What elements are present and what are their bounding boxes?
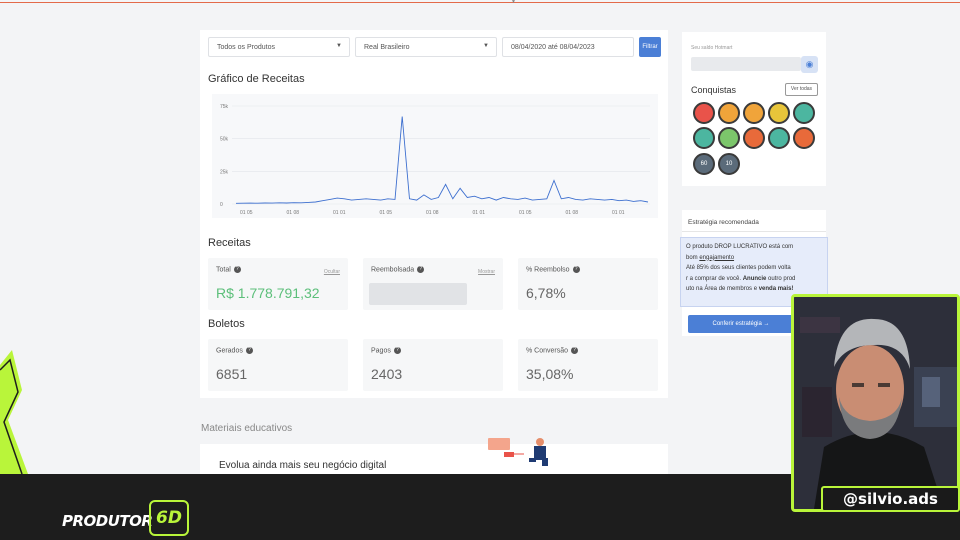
y-tick-label: 25k (220, 169, 229, 175)
presenter-image (794, 297, 957, 509)
product-select-value: Todos os Produtos (217, 44, 275, 51)
total-revenue-value: R$ 1.778.791,32 (216, 285, 320, 301)
y-tick-label: 50k (220, 137, 229, 143)
x-tick-label: 01 08 (566, 210, 579, 216)
paid-value: 2403 (371, 366, 403, 382)
top-accent-bar (0, 0, 960, 3)
eye-icon[interactable]: ◉ (801, 56, 818, 73)
revenue-chart-svg: 75k 50k 25k 0 01 05 01 08 01 01 01 05 01 08 01 01… (220, 104, 650, 216)
strategy-line-4: r a comprar de você. Anuncie outro prod (686, 275, 796, 282)
achievement-badge-icon[interactable] (743, 102, 765, 124)
chevron-down-icon: ▼ (336, 43, 342, 49)
achievement-badge-icon[interactable] (718, 127, 740, 149)
x-tick-label: 01 01 (473, 210, 486, 216)
date-range-input[interactable]: 08/04/2020 até 08/04/2023 (502, 37, 634, 57)
achievement-badge-icon[interactable] (768, 127, 790, 149)
balance-label: Seu saldo Hotmart (691, 45, 733, 51)
x-tick-label: 01 08 (426, 210, 439, 216)
product-select[interactable]: Todos os Produtos ▼ (208, 37, 350, 57)
brand-logo: PRODUTOR (62, 512, 153, 530)
date-range-value: 08/04/2020 até 08/04/2023 (511, 44, 595, 51)
balance-hidden-bar (691, 57, 801, 71)
achievement-badge-icon[interactable] (693, 102, 715, 124)
total-revenue-card: Total? Ocultar R$ 1.778.791,32 (208, 258, 348, 310)
receitas-title: Receitas (208, 237, 251, 249)
strategy-line-1: O produto DROP LUCRATIVO está com (686, 244, 794, 250)
materials-heading: Evolua ainda mais seu negócio digital (219, 460, 387, 471)
paid-label: Pagos? (371, 347, 401, 354)
top-caret-icon: ▼ (511, 0, 516, 5)
brand-6d-badge: 6D (149, 500, 189, 536)
help-icon[interactable]: ? (245, 347, 253, 354)
achievement-badge-icon[interactable] (693, 127, 715, 149)
conversion-label: % Conversão? (526, 347, 579, 354)
generated-label: Gerados? (216, 347, 253, 354)
balance-achievements-card: Seu saldo Hotmart ◉ Conquistas Ver todas… (682, 32, 826, 186)
help-icon[interactable]: ? (233, 266, 241, 273)
webcam-frame (791, 294, 960, 512)
presenter-handle: @silvio.ads (821, 486, 960, 512)
strategy-line-5: uto na Área de membros e venda mais! (686, 286, 794, 292)
achievement-badge-icon[interactable] (718, 102, 740, 124)
help-icon[interactable]: ? (417, 266, 425, 273)
x-tick-label: 01 01 (612, 210, 625, 216)
divider (682, 231, 826, 232)
help-icon[interactable]: ? (393, 347, 401, 354)
boletos-generated-card: Gerados? 6851 (208, 339, 348, 391)
currency-select-value: Real Brasileiro (364, 44, 410, 51)
x-tick-label: 01 05 (519, 210, 532, 216)
currency-select[interactable]: Real Brasileiro ▼ (355, 37, 497, 57)
arrow-right-icon: → (763, 321, 770, 327)
hidden-value-placeholder (369, 283, 467, 305)
refunded-card: Reembolsada? Mostrar (363, 258, 503, 310)
x-tick-label: 01 01 (333, 210, 346, 216)
strategy-line-3: Até 85% dos seus clientes podem volta (686, 265, 791, 271)
conversion-value: 35,08% (526, 366, 574, 382)
strategy-line-2: bom engajamento (686, 254, 735, 261)
dashboard-main-card: Todos os Produtos ▼ Real Brasileiro ▼ 08… (200, 30, 668, 398)
show-refunded-link[interactable]: Mostrar (478, 269, 495, 275)
revenue-series-line (235, 116, 649, 204)
refunded-label: Reembolsada? (371, 266, 425, 273)
neon-decoration (0, 350, 28, 474)
revenue-chart: 75k 50k 25k 0 01 05 01 08 01 01 01 05 01 08 01 01… (212, 94, 658, 218)
refund-rate-label: % Reembolso? (526, 266, 580, 273)
achievement-badge-icon[interactable]: 10 (718, 153, 740, 175)
boletos-conversion-card: % Conversão? 35,08% (518, 339, 658, 391)
x-tick-label: 01 05 (380, 210, 393, 216)
refund-rate-card: % Reembolso? 6,78% (518, 258, 658, 310)
x-tick-label: 01 05 (240, 210, 253, 216)
hide-total-link[interactable]: Ocultar (324, 269, 340, 275)
boletos-title: Boletos (208, 318, 245, 330)
engagement-link[interactable]: engajamento (699, 255, 734, 261)
achievement-badge-icon[interactable] (793, 102, 815, 124)
y-tick-label: 0 (220, 202, 223, 208)
total-label: Total? (216, 266, 241, 273)
strategy-title: Estratégia recomendada (688, 219, 759, 226)
boletos-paid-card: Pagos? 2403 (363, 339, 503, 391)
conferir-strategy-button[interactable]: Conferir estratégia → (688, 315, 794, 333)
achievement-badge-icon[interactable] (743, 127, 765, 149)
chevron-down-icon: ▼ (483, 43, 489, 49)
achievement-badge-icon[interactable] (793, 127, 815, 149)
achievement-badge-icon[interactable]: 60 (693, 153, 715, 175)
materials-title: Materiais educativos (201, 423, 293, 434)
filter-button[interactable]: Filtrar (639, 37, 661, 57)
generated-value: 6851 (216, 366, 248, 382)
revenue-chart-title: Gráfico de Receitas (208, 73, 305, 85)
refund-rate-value: 6,78% (526, 285, 566, 301)
achievements-title: Conquistas (691, 85, 737, 95)
help-icon[interactable]: ? (572, 266, 580, 273)
achievement-badge-icon[interactable] (768, 102, 790, 124)
y-tick-label: 75k (220, 104, 229, 110)
x-tick-label: 01 08 (287, 210, 300, 216)
help-icon[interactable]: ? (571, 347, 579, 354)
see-all-button[interactable]: Ver todas (785, 83, 818, 96)
